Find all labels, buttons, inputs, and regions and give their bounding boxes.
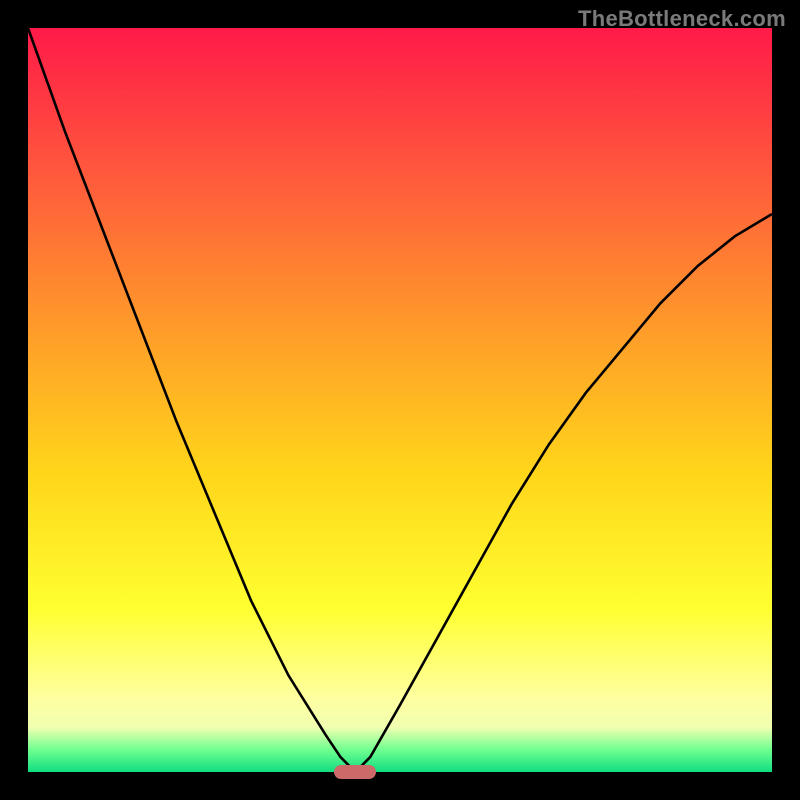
bottleneck-curve xyxy=(28,28,772,772)
curve-right-branch xyxy=(355,214,772,772)
curve-left-branch xyxy=(28,28,355,772)
watermark-text: TheBottleneck.com xyxy=(578,6,786,32)
chart-frame: TheBottleneck.com xyxy=(0,0,800,800)
plot-area xyxy=(28,28,772,772)
min-marker xyxy=(334,765,376,779)
